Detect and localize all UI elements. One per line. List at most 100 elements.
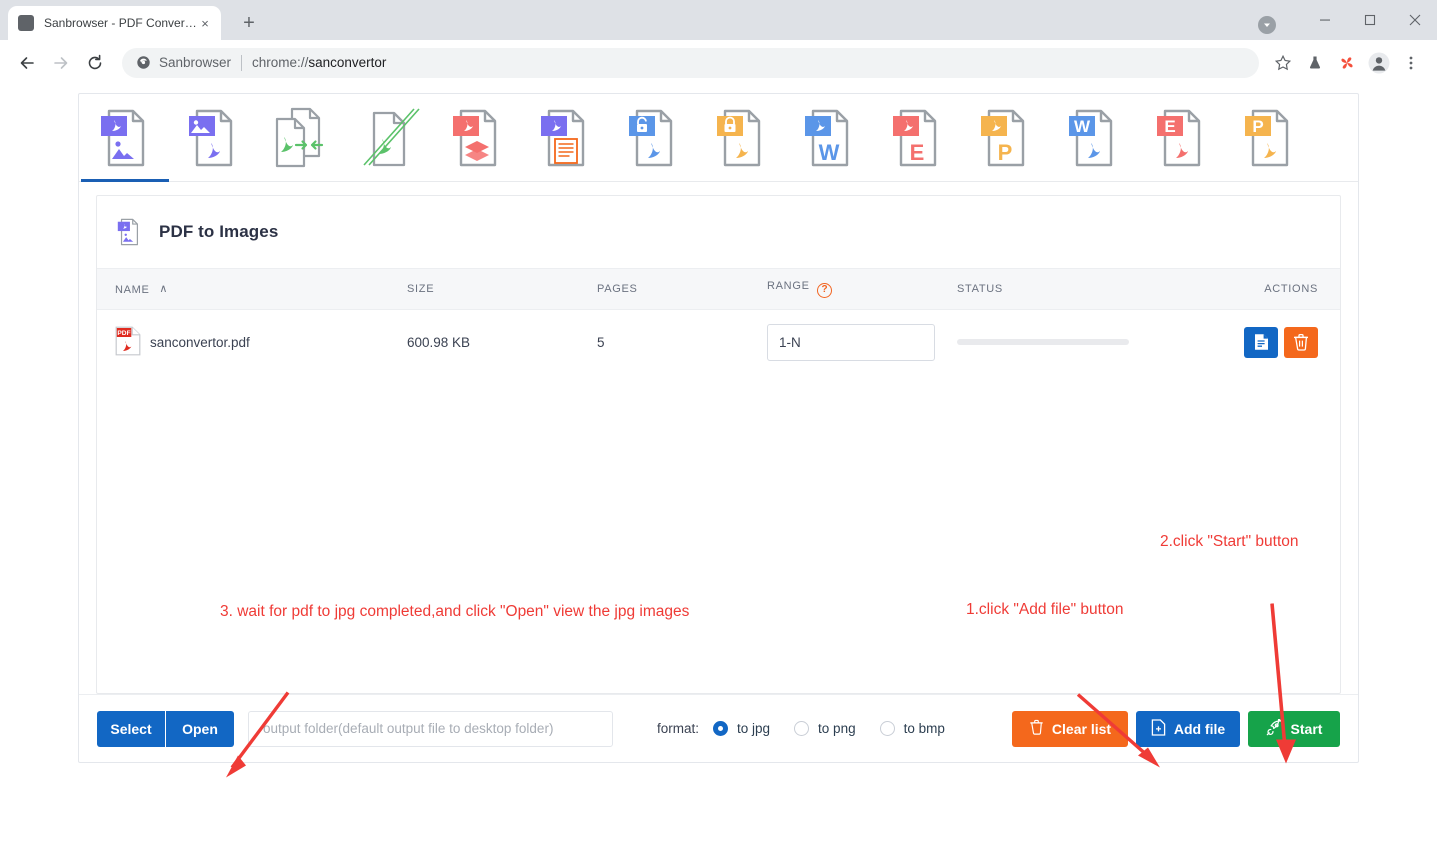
table-row[interactable]: PDF sanconvertor.pdf 600.98 KB 5 xyxy=(97,309,1340,375)
delete-file-button[interactable] xyxy=(1284,326,1318,358)
page-content: W E P W E P PDF to Images NAME ∧ SIZE PA… xyxy=(0,85,1437,778)
format-option-bmp[interactable]: to bmp xyxy=(879,721,945,736)
pdf-to-images-icon xyxy=(115,214,147,250)
file-name-label: sanconvertor.pdf xyxy=(150,334,250,350)
select-folder-button[interactable]: Select xyxy=(97,710,165,747)
profile-avatar-icon[interactable] xyxy=(1363,47,1395,79)
app-card: W E P W E P PDF to Images NAME ∧ SIZE PA… xyxy=(78,93,1359,763)
tool-compress-pdf[interactable] xyxy=(433,95,521,181)
file-list-empty-area xyxy=(97,375,1340,690)
column-header-size[interactable]: SIZE xyxy=(407,269,597,310)
svg-text:W: W xyxy=(819,140,840,165)
site-shield-icon xyxy=(136,55,151,70)
cell-file-pages: 5 xyxy=(597,334,605,350)
format-option-png[interactable]: to png xyxy=(794,721,856,736)
range-help-icon[interactable]: ? xyxy=(817,282,833,298)
footer-primary-actions: Clear list Add file Start xyxy=(1012,710,1340,747)
tool-unlock-pdf[interactable] xyxy=(609,95,697,181)
file-plus-icon xyxy=(1151,718,1166,739)
browser-window: Sanbrowser - PDF Convertor × + Sanbrowse… xyxy=(0,0,1437,778)
cell-status xyxy=(957,309,1203,375)
column-header-name[interactable]: NAME ∧ xyxy=(97,269,407,310)
radio-dot-png xyxy=(794,721,810,736)
conversion-progress-bar xyxy=(957,339,1129,345)
tool-merge-pdf[interactable] xyxy=(257,95,345,181)
column-header-pages[interactable]: PAGES xyxy=(597,269,767,310)
format-label: format: xyxy=(657,721,700,736)
tool-pdf-to-word[interactable]: W xyxy=(785,95,873,181)
extension-pinwheel-icon[interactable] xyxy=(1331,47,1363,79)
radio-dot-jpg xyxy=(713,721,729,736)
page-title: PDF to Images xyxy=(159,222,279,241)
svg-text:E: E xyxy=(910,140,925,165)
svg-text:P: P xyxy=(1252,117,1263,136)
output-folder-input[interactable] xyxy=(248,710,613,747)
back-icon[interactable] xyxy=(10,46,44,80)
window-controls xyxy=(1258,0,1437,40)
column-header-status[interactable]: STATUS xyxy=(957,269,1203,310)
tool-lock-pdf[interactable] xyxy=(697,95,785,181)
tool-word-to-pdf[interactable]: W xyxy=(1049,95,1137,181)
bookmark-star-icon[interactable] xyxy=(1267,47,1299,79)
tab-strip: Sanbrowser - PDF Convertor × + xyxy=(0,0,1437,40)
format-radio-group: format: to jpg to png to bmp xyxy=(657,721,969,736)
forward-icon[interactable] xyxy=(44,46,78,80)
close-tab-icon[interactable]: × xyxy=(197,15,213,31)
svg-text:W: W xyxy=(1074,117,1091,136)
format-option-jpg-label: to jpg xyxy=(737,721,771,736)
column-header-actions: ACTIONS xyxy=(1202,269,1340,310)
radio-dot-bmp xyxy=(879,721,895,736)
action-footer: Select Open format: to jpg to png xyxy=(79,694,1358,762)
file-list-table: NAME ∧ SIZE PAGES RANGE ? STATUS ACTIONS… xyxy=(97,269,1340,375)
annotation-step-3: 3. wait for pdf to jpg completed,and cli… xyxy=(220,603,690,620)
tool-pdf-to-text[interactable] xyxy=(521,95,609,181)
reload-icon[interactable] xyxy=(78,46,112,80)
svg-text:E: E xyxy=(1164,117,1175,136)
chrome-menu-icon[interactable] xyxy=(1395,47,1427,79)
app-favicon-icon xyxy=(18,15,34,31)
format-option-png-label: to png xyxy=(818,721,856,736)
omnibox-actions xyxy=(1267,47,1427,79)
address-bar[interactable]: Sanbrowser chrome:// sanconvertor xyxy=(122,47,1259,78)
tool-split-pdf[interactable] xyxy=(345,95,433,181)
format-option-bmp-label: to bmp xyxy=(903,721,945,736)
omnibox-divider xyxy=(241,54,243,71)
open-file-button[interactable] xyxy=(1244,326,1278,358)
open-folder-button[interactable]: Open xyxy=(166,710,234,747)
start-button[interactable]: Start xyxy=(1248,710,1340,747)
new-tab-button[interactable]: + xyxy=(235,9,263,37)
tool-images-to-pdf[interactable] xyxy=(169,95,257,181)
cell-file-name: PDF sanconvertor.pdf xyxy=(97,309,407,375)
minimize-window-button[interactable] xyxy=(1302,0,1347,40)
cell-actions xyxy=(1203,309,1340,375)
tool-pdf-to-excel[interactable]: E xyxy=(873,95,961,181)
format-option-jpg[interactable]: to jpg xyxy=(713,721,770,736)
tool-pdf-to-powerpoint[interactable]: P xyxy=(961,95,1049,181)
column-header-range[interactable]: RANGE ? xyxy=(767,269,957,310)
experiments-flask-icon[interactable] xyxy=(1299,47,1331,79)
column-label-range: RANGE xyxy=(767,280,810,292)
omnibox-bar: Sanbrowser chrome:// sanconvertor xyxy=(0,40,1437,85)
close-window-button[interactable] xyxy=(1392,0,1437,40)
maximize-window-button[interactable] xyxy=(1347,0,1392,40)
tool-powerpoint-to-pdf[interactable]: P xyxy=(1225,95,1313,181)
cell-page-range xyxy=(767,309,957,375)
conversion-tool-strip: W E P W E P xyxy=(79,94,1358,182)
browser-tab[interactable]: Sanbrowser - PDF Convertor × xyxy=(8,6,221,40)
tool-pdf-to-images[interactable] xyxy=(81,95,169,182)
panel-header: PDF to Images xyxy=(97,196,1340,269)
page-range-input[interactable] xyxy=(767,323,935,361)
chevron-down-icon[interactable] xyxy=(1258,16,1276,34)
start-label: Start xyxy=(1290,720,1323,737)
site-name: Sanbrowser xyxy=(159,55,232,70)
add-file-label: Add file xyxy=(1173,720,1226,737)
annotation-step-1: 1.click "Add file" button xyxy=(966,601,1124,618)
tool-excel-to-pdf[interactable]: E xyxy=(1137,95,1225,181)
url-scheme: chrome:// xyxy=(252,55,309,70)
add-file-button[interactable]: Add file xyxy=(1136,710,1240,747)
svg-text:P: P xyxy=(998,140,1013,165)
clear-list-button[interactable]: Clear list xyxy=(1012,710,1128,747)
cell-file-size: 600.98 KB xyxy=(407,334,471,350)
column-label-name: NAME xyxy=(115,283,150,296)
svg-text:PDF: PDF xyxy=(117,330,130,337)
